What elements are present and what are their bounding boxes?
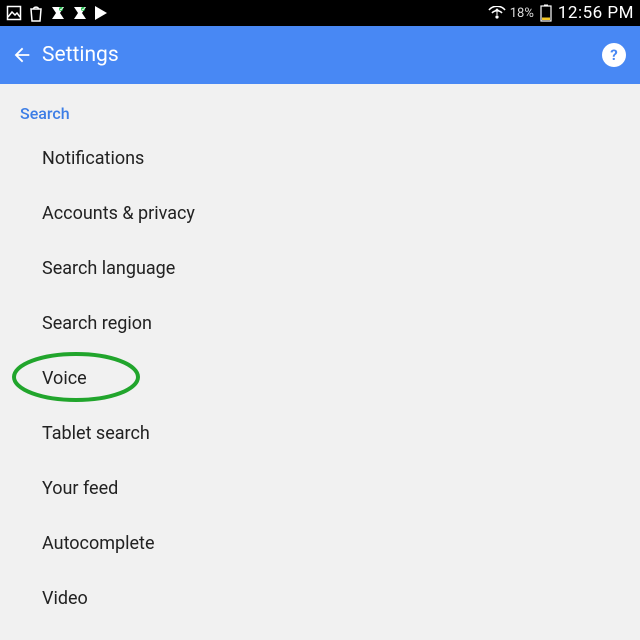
status-right-icons: 18% 12:56 PM [488,3,634,23]
settings-item-voice[interactable]: Voice [0,351,640,406]
page-title: Settings [42,43,602,67]
status-clock: 12:56 PM [558,3,634,23]
settings-item-tablet-search[interactable]: Tablet search [0,406,640,461]
settings-item-search-language[interactable]: Search language [0,241,640,296]
play-badge-icon [72,4,88,22]
settings-item-your-feed[interactable]: Your feed [0,461,640,516]
play-store-icon [94,4,108,22]
section-header-search: Search [0,84,640,131]
help-button[interactable]: ? [602,43,626,67]
image-icon [6,4,22,22]
settings-item-search-region[interactable]: Search region [0,296,640,351]
settings-content: Search Notifications Accounts & privacy … [0,84,640,640]
back-button[interactable] [6,39,38,71]
highlight-annotation [8,349,158,405]
settings-item-notifications[interactable]: Notifications [0,131,640,186]
android-status-bar: 18% 12:56 PM [0,0,640,26]
shopping-bag-icon [28,4,44,22]
app-bar: Settings ? [0,26,640,84]
question-mark-icon: ? [610,46,617,64]
settings-item-about[interactable]: About [0,626,640,640]
settings-item-accounts-privacy[interactable]: Accounts & privacy [0,186,640,241]
status-left-icons [6,4,108,22]
battery-percent: 18% [510,6,534,21]
settings-item-autocomplete[interactable]: Autocomplete [0,516,640,571]
play-badge-icon [50,4,66,22]
wifi-icon [488,4,506,22]
settings-item-video[interactable]: Video [0,571,640,626]
battery-icon [540,4,552,22]
